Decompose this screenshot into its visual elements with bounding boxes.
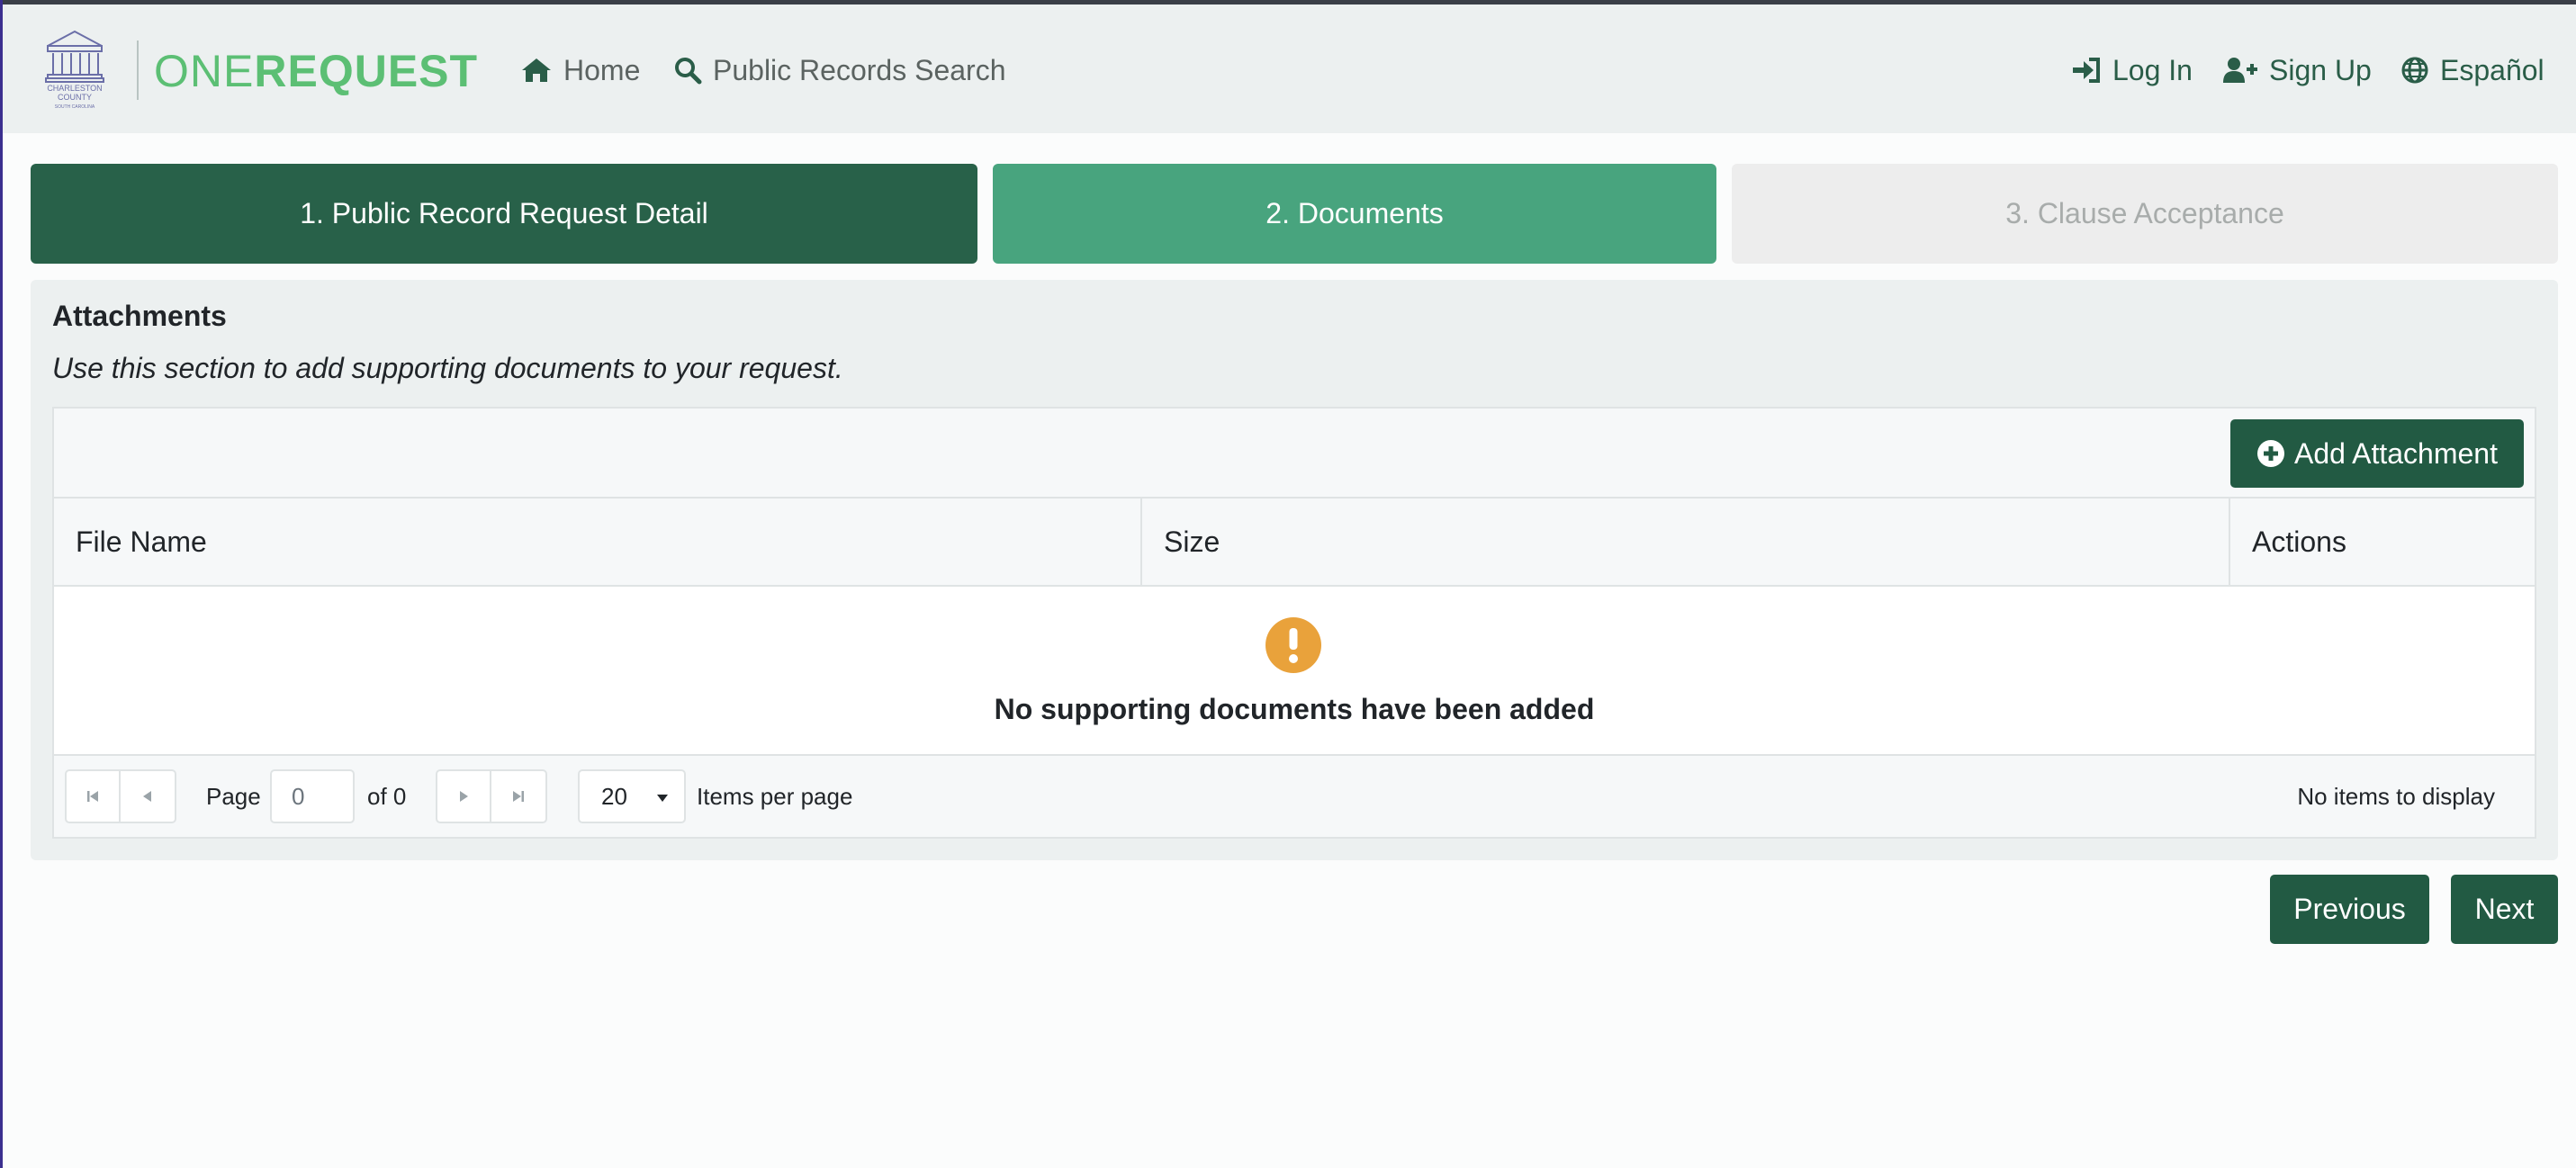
- seal-caption-line-2: COUNTY: [58, 93, 92, 102]
- step-label: 3. Clause Acceptance: [2005, 197, 2284, 229]
- column-header-size[interactable]: Size: [1142, 499, 2230, 585]
- nav-log-in-label: Log In: [2112, 53, 2193, 86]
- page-size-value: 20: [601, 782, 627, 810]
- next-button[interactable]: Next: [2451, 875, 2558, 944]
- home-icon: [522, 58, 551, 82]
- attachments-description: Use this section to add supporting docum…: [52, 352, 843, 384]
- last-page-icon: [513, 791, 524, 802]
- page-number-input[interactable]: [270, 769, 355, 823]
- step-label: 1. Public Record Request Detail: [300, 197, 708, 229]
- column-header-file-name[interactable]: File Name: [54, 499, 1142, 585]
- nav-language-espanol[interactable]: Español: [2400, 49, 2544, 91]
- nav-language-label: Español: [2440, 53, 2544, 86]
- sign-in-icon: [2073, 58, 2100, 83]
- add-attachment-label: Add Attachment: [2294, 436, 2498, 470]
- step-documents[interactable]: 2. Documents: [993, 164, 1716, 264]
- site-header: CHARLESTON COUNTY SOUTH CAROLINA ONEREQU…: [3, 4, 2576, 133]
- first-page-button[interactable]: [65, 769, 121, 823]
- nav-sign-up[interactable]: Sign Up: [2222, 49, 2372, 91]
- nav-home-label: Home: [563, 53, 641, 86]
- globe-icon: [2401, 57, 2428, 84]
- grid-header-row: File Name Size Actions: [54, 499, 2535, 587]
- attachments-panel: Attachments Use this section to add supp…: [31, 280, 2558, 860]
- onerequest-logo[interactable]: ONEREQUEST: [154, 46, 478, 96]
- chevron-down-icon: [657, 795, 668, 802]
- nav-sign-up-label: Sign Up: [2269, 53, 2372, 86]
- add-attachment-button[interactable]: Add Attachment: [2230, 419, 2524, 488]
- next-page-button[interactable]: [436, 769, 491, 823]
- next-label: Next: [2474, 893, 2535, 925]
- nav-home[interactable]: Home: [520, 49, 640, 91]
- page-label: Page: [206, 783, 261, 810]
- grid-toolbar: Add Attachment: [54, 409, 2535, 499]
- first-page-icon: [87, 791, 98, 802]
- pager-info: No items to display: [2297, 783, 2495, 810]
- grid-pager: Page of 0 20 Items per page No items to …: [54, 754, 2535, 837]
- nav-public-records-search[interactable]: Public Records Search: [673, 49, 1005, 91]
- step-label: 2. Documents: [1265, 197, 1444, 229]
- caret-right-icon: [460, 791, 468, 802]
- brand-one: ONE: [154, 46, 255, 96]
- attachments-title: Attachments: [52, 300, 227, 332]
- window-left-border: [0, 0, 3, 1168]
- search-icon: [675, 58, 702, 85]
- seal-caption-line-1: CHARLESTON: [47, 84, 102, 93]
- previous-page-button[interactable]: [121, 769, 176, 823]
- user-plus-icon: [2223, 58, 2257, 83]
- plus-circle-icon: [2257, 440, 2285, 467]
- step-clause-acceptance: 3. Clause Acceptance: [1732, 164, 2558, 264]
- column-header-actions: Actions: [2252, 525, 2346, 558]
- grid-empty-state: No supporting documents have been added: [54, 587, 2535, 754]
- previous-button[interactable]: Previous: [2270, 875, 2429, 944]
- brand-request: REQUEST: [254, 46, 479, 96]
- caret-left-icon: [143, 791, 151, 802]
- empty-message: No supporting documents have been added: [994, 693, 1595, 725]
- nav-log-in[interactable]: Log In: [2071, 49, 2193, 91]
- step-request-detail[interactable]: 1. Public Record Request Detail: [31, 164, 977, 264]
- nav-search-label: Public Records Search: [713, 53, 1006, 86]
- exclamation-circle-icon: [1265, 617, 1321, 673]
- items-per-page-label: Items per page: [697, 783, 853, 810]
- last-page-button[interactable]: [491, 769, 547, 823]
- attachments-grid: Add Attachment File Name Size Actions No…: [52, 407, 2536, 839]
- page-size-dropdown[interactable]: 20: [578, 769, 686, 823]
- brand-divider: [137, 40, 139, 100]
- page-count-label: of 0: [367, 783, 407, 810]
- seal-caption-line-3: SOUTH CAROLINA: [55, 104, 95, 110]
- previous-label: Previous: [2293, 893, 2406, 925]
- charleston-county-seal-logo[interactable]: CHARLESTON COUNTY SOUTH CAROLINA: [42, 28, 107, 112]
